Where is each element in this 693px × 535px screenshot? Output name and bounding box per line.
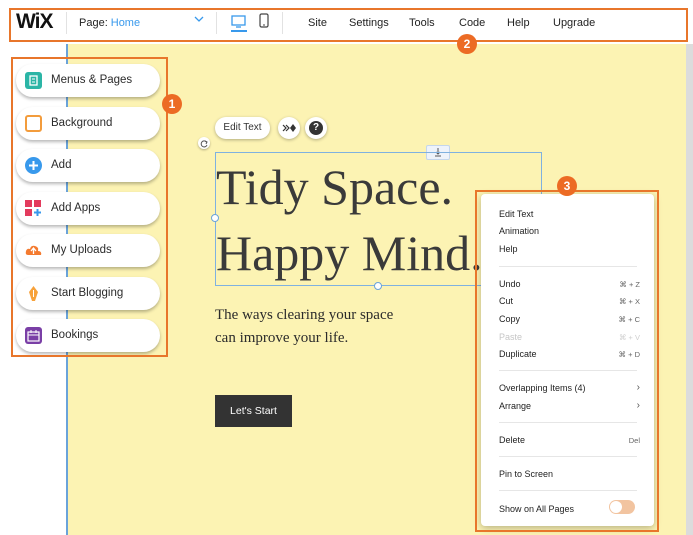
edit-text-button[interactable]: Edit Text	[215, 117, 270, 139]
annotation-badge-1: 1	[162, 94, 182, 114]
annotation-badge-3: 3	[557, 176, 577, 196]
animation-icon[interactable]	[278, 117, 300, 139]
site-title-line-1[interactable]: Tidy Space.	[216, 158, 453, 216]
help-icon[interactable]: ?	[305, 117, 327, 139]
highlight-context-menu	[475, 190, 659, 532]
site-subtitle-line-2[interactable]: can improve your life.	[215, 330, 348, 347]
annotation-badge-2: 2	[457, 34, 477, 54]
highlight-left-panel	[11, 57, 168, 357]
site-title-line-2[interactable]: Happy Mind.	[216, 224, 483, 282]
rotate-icon[interactable]	[198, 137, 210, 149]
highlight-top-bar	[9, 8, 688, 42]
editor-right-strip	[686, 44, 693, 535]
site-subtitle-line-1[interactable]: The ways clearing your space	[215, 307, 393, 324]
resize-handle[interactable]	[374, 282, 382, 290]
lets-start-button[interactable]: Let's Start	[215, 395, 292, 427]
